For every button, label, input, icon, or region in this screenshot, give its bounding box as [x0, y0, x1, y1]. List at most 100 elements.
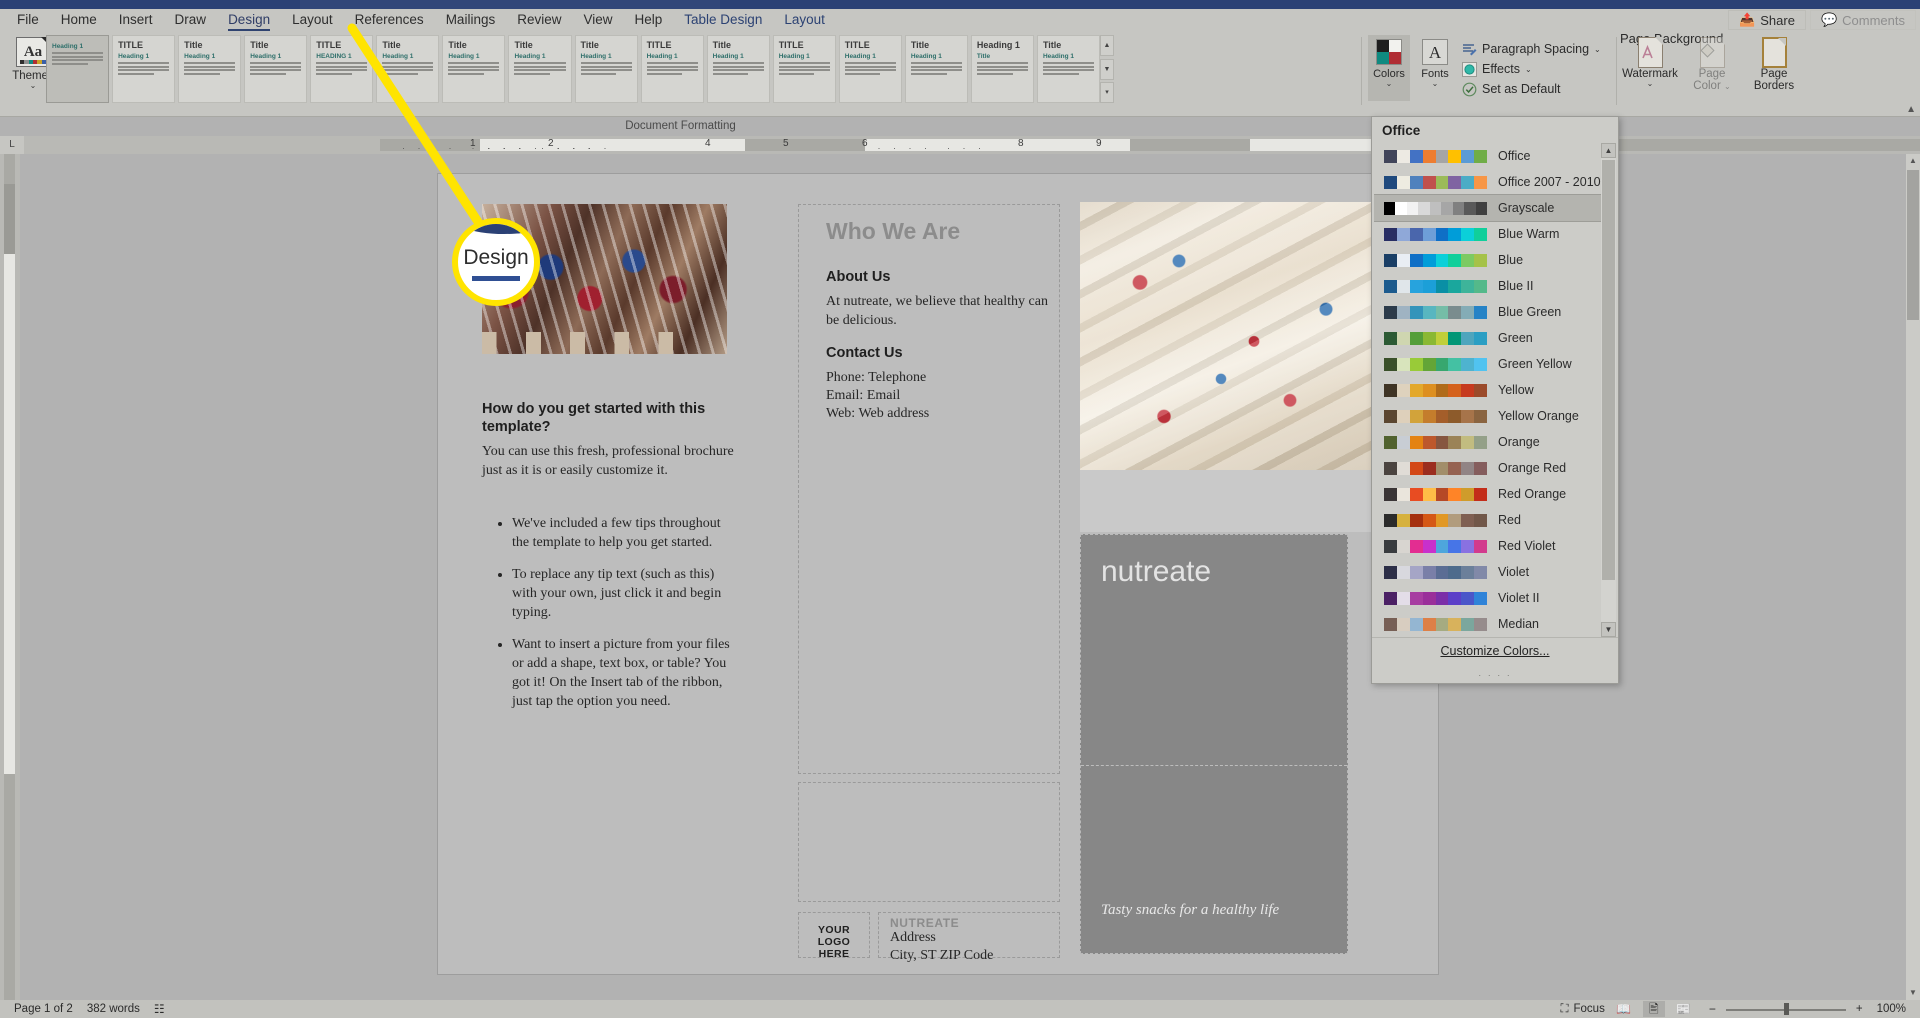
- style-set-thumbnail[interactable]: Heading 1 Title: [970, 35, 1034, 103]
- style-set-thumbnail[interactable]: Title Heading 1: [706, 35, 770, 103]
- theme-fonts-button[interactable]: A Fonts ⌄: [1414, 35, 1456, 101]
- tab-table-design-contextual[interactable]: Table Design: [673, 9, 773, 31]
- style-set-thumbnail[interactable]: Title Heading 1: [508, 35, 572, 103]
- tab-file[interactable]: File: [6, 9, 50, 31]
- watermark-button[interactable]: Watermark ⌄: [1620, 37, 1680, 99]
- scroll-down-arrow-icon[interactable]: ▼: [1601, 622, 1616, 637]
- middle-column-secondary-textbox[interactable]: [798, 782, 1060, 902]
- set-as-default-button[interactable]: Set as Default: [1462, 79, 1612, 99]
- style-set-thumbnail[interactable]: Title Heading 1: [244, 35, 308, 103]
- style-set-thumbnail[interactable]: TITLE Heading 1: [772, 35, 836, 103]
- page-indicator[interactable]: Page 1 of 2: [14, 1003, 73, 1015]
- vertical-scrollbar[interactable]: ▲ ▼: [1906, 154, 1920, 1000]
- color-theme-item[interactable]: Orange: [1374, 429, 1602, 455]
- tab-draw[interactable]: Draw: [164, 9, 218, 31]
- chevron-down-icon[interactable]: ⌄: [1594, 45, 1601, 53]
- scroll-up-arrow-icon[interactable]: ▲: [1601, 143, 1616, 158]
- style-set-gallery[interactable]: Heading 1 TITLE Heading 1 Title Heading 1 Tit…: [46, 35, 1100, 103]
- page-borders-button[interactable]: Page Borders: [1744, 37, 1804, 99]
- color-theme-item[interactable]: Blue Warm: [1374, 221, 1602, 247]
- proofing-icon[interactable]: ☷: [154, 1002, 165, 1016]
- color-theme-item[interactable]: Blue Green: [1374, 299, 1602, 325]
- style-set-thumbnail[interactable]: Title Heading 1: [178, 35, 242, 103]
- brand-panel[interactable]: nutreate Tasty snacks for a healthy life: [1080, 534, 1348, 954]
- print-layout-icon[interactable]: 🖹: [1642, 1001, 1665, 1017]
- color-theme-item[interactable]: Violet: [1374, 559, 1602, 585]
- color-theme-item[interactable]: Violet II: [1374, 585, 1602, 611]
- gallery-more-icon[interactable]: ▾: [1100, 82, 1114, 103]
- zoom-slider[interactable]: [1725, 1002, 1846, 1016]
- gallery-scroll-up-icon[interactable]: ▲: [1100, 35, 1114, 56]
- color-theme-item[interactable]: Orange Red: [1374, 455, 1602, 481]
- tab-stop-selector[interactable]: L: [0, 136, 24, 154]
- web-layout-icon[interactable]: 📰: [1673, 1001, 1695, 1017]
- share-button[interactable]: 📤 Share: [1728, 10, 1806, 30]
- style-set-thumbnail[interactable]: Title Heading 1: [574, 35, 638, 103]
- tab-help[interactable]: Help: [624, 9, 674, 31]
- tab-design[interactable]: Design: [217, 9, 281, 31]
- comments-button[interactable]: 💬 Comments: [1809, 10, 1916, 30]
- style-set-thumbnail[interactable]: TITLE Heading 1: [112, 35, 176, 103]
- color-theme-item[interactable]: Yellow: [1374, 377, 1602, 403]
- zoom-level-label[interactable]: 100%: [1877, 1003, 1906, 1015]
- tab-layout[interactable]: Layout: [281, 9, 344, 31]
- dropdown-grip-icon[interactable]: · · · ·: [1372, 670, 1618, 680]
- tab-review[interactable]: Review: [506, 9, 572, 31]
- customize-colors-item[interactable]: Customize Colors...: [1372, 644, 1618, 658]
- chevron-down-icon[interactable]: ⌄: [1525, 65, 1532, 73]
- scrollbar-thumb[interactable]: [1907, 170, 1919, 320]
- style-set-thumbnail[interactable]: Title Heading 1: [904, 35, 968, 103]
- style-set-thumbnail[interactable]: Title Heading 1: [376, 35, 440, 103]
- chevron-down-icon[interactable]: ⌄: [1724, 82, 1731, 91]
- gallery-scroll-down-icon[interactable]: ▼: [1100, 58, 1114, 80]
- gallery-scroll-controls[interactable]: ▲ ▼ ▾: [1100, 35, 1114, 103]
- chevron-down-icon[interactable]: ⌄: [1386, 80, 1393, 88]
- tab-view[interactable]: View: [572, 9, 623, 31]
- word-count[interactable]: 382 words: [87, 1003, 140, 1015]
- dropdown-scrollbar[interactable]: ▲ ▼: [1601, 143, 1616, 637]
- vertical-scrollbar-thumb-left[interactable]: [4, 184, 15, 254]
- scroll-down-arrow-icon[interactable]: ▼: [1906, 986, 1920, 1000]
- color-theme-item[interactable]: Office 2007 - 2010: [1374, 169, 1602, 195]
- tab-insert[interactable]: Insert: [108, 9, 164, 31]
- style-set-thumbnail[interactable]: TITLE HEADING 1: [310, 35, 374, 103]
- middle-column-textbox[interactable]: [798, 204, 1060, 774]
- color-theme-item[interactable]: Red: [1374, 507, 1602, 533]
- dropdown-scrollbar-thumb[interactable]: [1602, 160, 1615, 580]
- page-color-button[interactable]: Page Color ⌄: [1682, 37, 1742, 99]
- zoom-slider-knob[interactable]: [1783, 1003, 1789, 1015]
- zoom-out-button[interactable]: −: [1709, 1002, 1716, 1016]
- focus-button[interactable]: ⛶ Focus: [1560, 1003, 1604, 1016]
- color-theme-item[interactable]: Yellow Orange: [1374, 403, 1602, 429]
- color-theme-item[interactable]: Green: [1374, 325, 1602, 351]
- color-theme-item[interactable]: Red Orange: [1374, 481, 1602, 507]
- color-theme-item[interactable]: Office: [1374, 143, 1602, 169]
- tab-mailings[interactable]: Mailings: [435, 9, 507, 31]
- theme-colors-dropdown[interactable]: Office Office Office 2007 - 2010 Grayscale…: [1371, 116, 1619, 684]
- style-set-thumbnail[interactable]: Heading 1: [46, 35, 110, 103]
- style-set-thumbnail[interactable]: TITLE Heading 1: [838, 35, 902, 103]
- brochure-photo-rice-treats[interactable]: [1080, 202, 1380, 470]
- tab-home[interactable]: Home: [50, 9, 108, 31]
- horizontal-ruler[interactable]: L · · · · · · · · · · · · 1 2 4 5 6 8 9 …: [0, 136, 1920, 154]
- style-set-thumbnail[interactable]: TITLE Heading 1: [640, 35, 704, 103]
- style-set-thumbnail[interactable]: Title Heading 1: [442, 35, 506, 103]
- chevron-down-icon[interactable]: ⌄: [1647, 80, 1654, 88]
- scroll-up-arrow-icon[interactable]: ▲: [1906, 154, 1920, 168]
- color-theme-item[interactable]: Green Yellow: [1374, 351, 1602, 377]
- color-theme-item[interactable]: Blue: [1374, 247, 1602, 273]
- paragraph-spacing-button[interactable]: Paragraph Spacing ⌄: [1462, 39, 1612, 59]
- chevron-down-icon[interactable]: ⌄: [30, 82, 37, 90]
- effects-button[interactable]: Effects ⌄: [1462, 59, 1612, 79]
- left-scroll-strip[interactable]: [0, 154, 20, 1000]
- color-theme-item[interactable]: Median: [1374, 611, 1602, 637]
- chevron-down-icon[interactable]: ⌄: [1432, 80, 1439, 88]
- document-page[interactable]: How do you get started with this templat…: [438, 174, 1438, 974]
- style-set-thumbnail[interactable]: Title Heading 1: [1036, 35, 1100, 103]
- tab-layout-contextual[interactable]: Layout: [773, 9, 836, 31]
- document-canvas[interactable]: How do you get started with this templat…: [20, 154, 1920, 1000]
- theme-colors-button[interactable]: Colors ⌄: [1368, 35, 1410, 101]
- tab-references[interactable]: References: [344, 9, 435, 31]
- collapse-ribbon-icon[interactable]: ▲: [1906, 104, 1916, 115]
- color-theme-item[interactable]: Red Violet: [1374, 533, 1602, 559]
